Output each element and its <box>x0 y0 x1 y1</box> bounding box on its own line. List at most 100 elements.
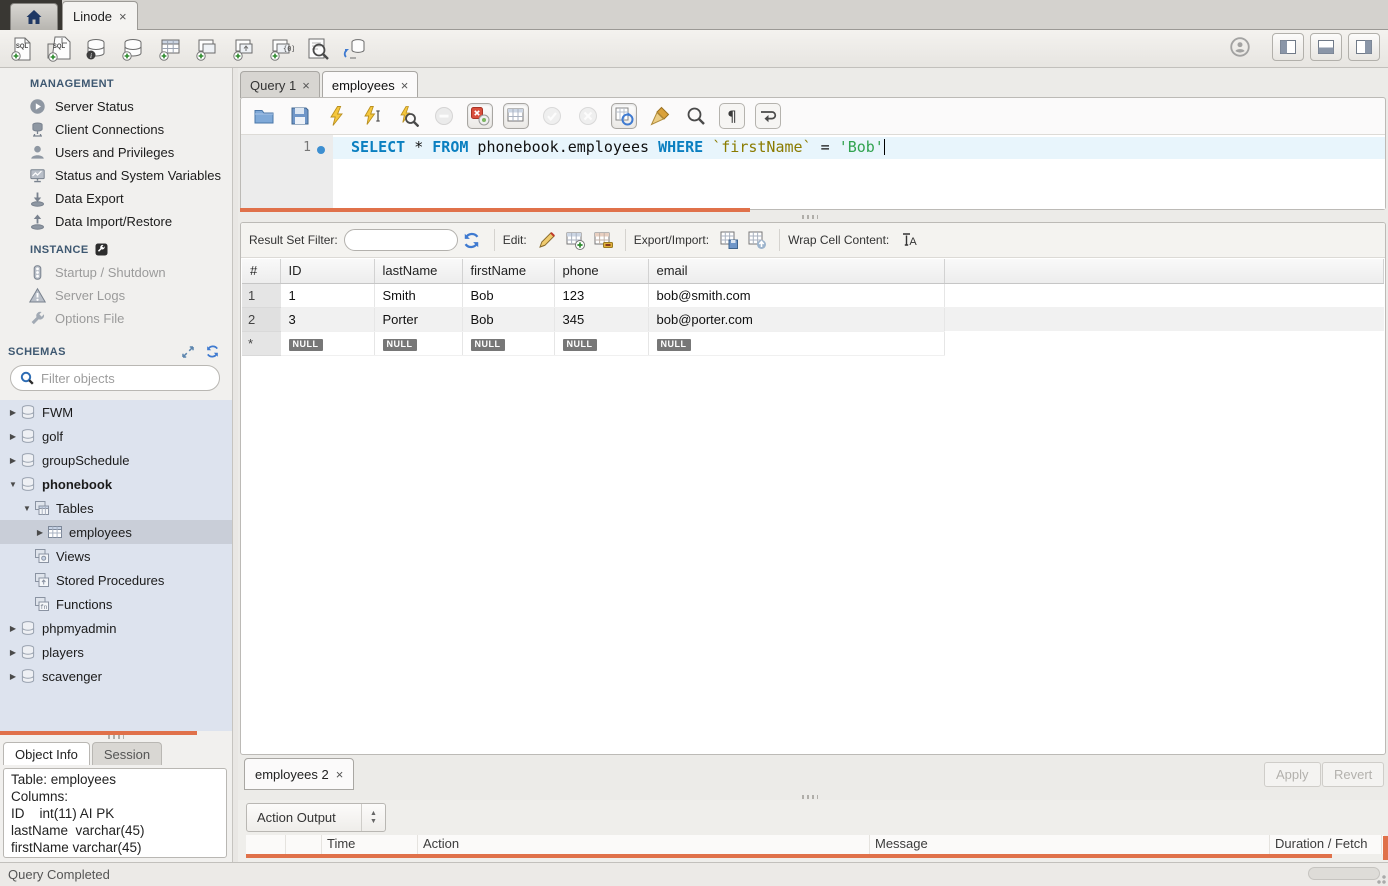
stop-execution-button[interactable] <box>431 103 457 129</box>
cell[interactable]: Porter <box>374 307 462 331</box>
tree-node-phonebook[interactable]: ▼phonebook <box>0 472 232 496</box>
column-header-lastname[interactable]: lastName <box>374 259 462 283</box>
cell[interactable]: 123 <box>554 283 648 307</box>
sidebar-item-startup-shutdown[interactable]: Startup / Shutdown <box>0 261 232 284</box>
sidebar-item-data-export[interactable]: Data Export <box>0 187 232 210</box>
tree-node-scavenger[interactable]: ▶scavenger <box>0 664 232 688</box>
sidebar-item-options-file[interactable]: Options File <box>0 307 232 330</box>
chevron-right-icon[interactable]: ▶ <box>6 648 20 657</box>
tree-node-employees[interactable]: ▶employees <box>0 520 232 544</box>
tab-query-1[interactable]: Query 1× <box>240 71 320 98</box>
output-splitter-grip[interactable] <box>802 795 818 799</box>
search-objects-button[interactable] <box>304 34 332 64</box>
cell[interactable]: 3 <box>280 307 374 331</box>
new-query-tab-button[interactable]: SQL <box>8 34 36 64</box>
column-header-email[interactable]: email <box>648 259 944 283</box>
resize-grip[interactable] <box>1374 872 1386 884</box>
create-view-button[interactable] <box>193 34 221 64</box>
schema-filter-input[interactable] <box>41 371 217 386</box>
result-grid[interactable]: #IDlastNamefirstNamephoneemail11SmithBob… <box>242 259 1384 356</box>
cell[interactable]: 1 <box>242 283 280 307</box>
horizontal-scrollbar-thumb[interactable] <box>1308 867 1380 880</box>
create-schema-button[interactable] <box>119 34 147 64</box>
wrap-cell-content-button[interactable]: A <box>895 227 923 253</box>
explain-plan-button[interactable] <box>395 103 421 129</box>
data-sync-button[interactable] <box>341 34 369 64</box>
column-header-phone[interactable]: phone <box>554 259 648 283</box>
home-tab[interactable] <box>10 3 58 30</box>
editor-splitter-grip[interactable] <box>802 215 818 219</box>
sidebar-item-users-and-privileges[interactable]: Users and Privileges <box>0 141 232 164</box>
sql-text[interactable]: SELECT * FROM phonebook.employees WHERE … <box>351 138 885 156</box>
tab-employees[interactable]: employees× <box>322 71 418 98</box>
export-results-button[interactable] <box>715 227 743 253</box>
chevron-right-icon[interactable]: ▶ <box>6 456 20 465</box>
sidebar-item-server-logs[interactable]: Server Logs <box>0 284 232 307</box>
open-script-button[interactable] <box>251 103 277 129</box>
cell[interactable]: Bob <box>462 307 554 331</box>
connection-tab[interactable]: Linode × <box>62 1 138 30</box>
column-header-firstname[interactable]: firstName <box>462 259 554 283</box>
close-icon[interactable]: × <box>401 78 409 93</box>
sidebar-item-server-status[interactable]: Server Status <box>0 95 232 118</box>
cell[interactable]: 345 <box>554 307 648 331</box>
output-type-select[interactable]: Action Output ▲▼ <box>246 803 386 832</box>
cell[interactable]: 2 <box>242 307 280 331</box>
close-icon[interactable]: × <box>336 767 344 782</box>
apply-button[interactable]: Apply <box>1264 762 1321 787</box>
chevron-right-icon[interactable]: ▶ <box>6 672 20 681</box>
beautify-script-button[interactable] <box>647 103 673 129</box>
tree-node-fwm[interactable]: ▶FWM <box>0 400 232 424</box>
vertical-splitter[interactable] <box>233 68 238 862</box>
chevron-right-icon[interactable]: ▶ <box>6 408 20 417</box>
cell[interactable]: Bob <box>462 283 554 307</box>
result-filter-input[interactable] <box>344 229 458 251</box>
delete-row-button[interactable] <box>589 227 617 253</box>
cell[interactable]: 1 <box>280 283 374 307</box>
close-icon[interactable]: × <box>119 9 127 24</box>
toggle-bottom-panel-button[interactable] <box>1310 33 1342 61</box>
cell[interactable]: bob@porter.com <box>648 307 944 331</box>
tree-node-functions[interactable]: fnFunctions <box>0 592 232 616</box>
import-records-button[interactable] <box>743 227 771 253</box>
refresh-schemas-icon[interactable] <box>205 344 220 359</box>
tree-node-stored-procedures[interactable]: Stored Procedures <box>0 568 232 592</box>
tree-node-phpmyadmin[interactable]: ▶phpmyadmin <box>0 616 232 640</box>
edit-cell-button[interactable] <box>533 227 561 253</box>
sidebar-item-status-and-system-variables[interactable]: Status and System Variables <box>0 164 232 187</box>
tree-node-views[interactable]: Views <box>0 544 232 568</box>
tree-node-golf[interactable]: ▶golf <box>0 424 232 448</box>
sql-editor-area[interactable]: 1 SELECT * FROM phonebook.employees WHER… <box>241 134 1385 209</box>
tree-node-players[interactable]: ▶players <box>0 640 232 664</box>
save-script-button[interactable] <box>287 103 313 129</box>
chevron-down-icon[interactable]: ▼ <box>6 480 20 489</box>
tree-node-tables[interactable]: ▼Tables <box>0 496 232 520</box>
limit-rows-button[interactable] <box>503 103 529 129</box>
refresh-results-button[interactable] <box>458 227 486 253</box>
column-header-id[interactable]: ID <box>280 259 374 283</box>
create-table-button[interactable] <box>156 34 184 64</box>
execute-statement-button[interactable] <box>323 103 349 129</box>
toggle-left-panel-button[interactable] <box>1272 33 1304 61</box>
cell[interactable]: bob@smith.com <box>648 283 944 307</box>
create-function-button[interactable]: {0} <box>267 34 295 64</box>
user-account-button[interactable] <box>1226 33 1254 61</box>
sidebar-item-data-import-restore[interactable]: Data Import/Restore <box>0 210 232 233</box>
open-sql-script-button[interactable]: SQL <box>45 34 73 64</box>
revert-button[interactable]: Revert <box>1322 762 1384 787</box>
close-icon[interactable]: × <box>302 78 310 93</box>
show-invisibles-button[interactable]: ¶ <box>719 103 745 129</box>
column-header-row-number[interactable]: # <box>242 259 280 283</box>
cell[interactable]: Smith <box>374 283 462 307</box>
toggle-autocommit-button[interactable] <box>611 103 637 129</box>
create-procedure-button[interactable] <box>230 34 258 64</box>
sidebar-splitter-grip[interactable] <box>108 735 124 739</box>
rollback-button[interactable] <box>575 103 601 129</box>
expand-panel-icon[interactable] <box>181 345 195 359</box>
tree-node-groupschedule[interactable]: ▶groupSchedule <box>0 448 232 472</box>
toggle-right-panel-button[interactable] <box>1348 33 1380 61</box>
wrap-text-button[interactable] <box>755 103 781 129</box>
commit-button[interactable] <box>539 103 565 129</box>
sidebar-item-client-connections[interactable]: Client Connections <box>0 118 232 141</box>
tab-session[interactable]: Session <box>92 742 162 765</box>
